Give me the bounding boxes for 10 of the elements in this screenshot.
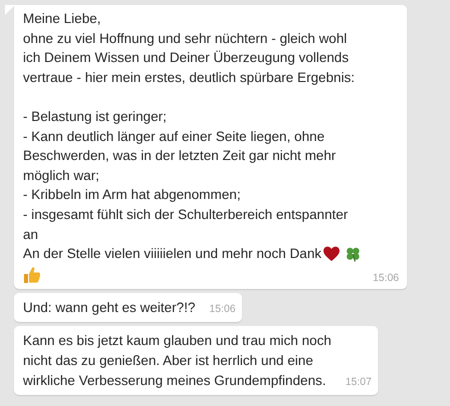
message-time: 15:06 (209, 303, 236, 316)
message-text: Kann es bis jetzt kaum glauben und trau mich noch nicht das zu genießen. Aber ist herrlich und eine wirkliche Verbesserung meines Grundempfindens. (23, 332, 332, 390)
message-time: 15:07 (345, 376, 372, 388)
thumbs-up-icon (23, 266, 41, 284)
clover-icon (345, 246, 362, 262)
message-text: An der Stelle vielen viiiiielen und mehr noch Dank (23, 245, 322, 264)
message-text: Meine Liebe, ohne zu viel Hoffnung und sehr nüchtern - gleich wohl ich Deinem Wissen und Deiner Überzeugung vollends vertraue - hier mein erstes, deutlich spürbare Ergebnis: - Belastung ist geringer; - Kann deutlich länger auf einer Seite liegen, ohne Beschwerden, was in der letzten Zeit gar nicht mehr möglich war; - Kribbeln im Arm hat abgenommen; - insgesamt fühlt sich der Schulterbereich entspannter an (23, 10, 356, 244)
heart-icon (323, 246, 340, 262)
message-text: Und: wann geht es weiter?!? (23, 298, 196, 317)
message-time: 15:06 (372, 272, 399, 284)
